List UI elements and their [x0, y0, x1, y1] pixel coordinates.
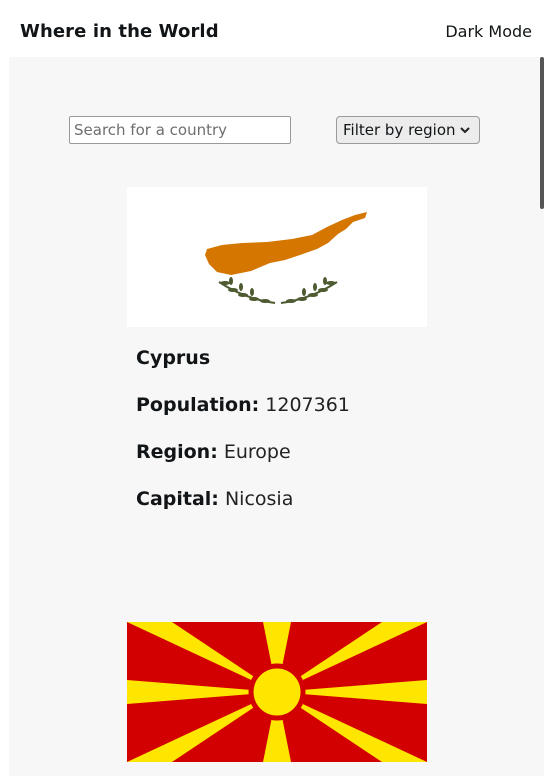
population-row: Population: 1207361	[136, 394, 427, 416]
chevron-down-icon	[460, 127, 470, 134]
region-row: Region: Europe	[136, 441, 427, 463]
capital-row: Capital: Nicosia	[136, 488, 427, 510]
scrollbar-thumb[interactable]	[540, 57, 544, 209]
north-macedonia-flag	[127, 622, 427, 762]
region-filter-label: Filter by region	[343, 121, 456, 139]
site-title[interactable]: Where in the World	[20, 21, 219, 42]
region-label: Region:	[136, 441, 218, 463]
capital-label: Capital:	[136, 488, 219, 510]
search-input[interactable]	[69, 116, 291, 144]
country-card[interactable]	[127, 622, 427, 762]
population-value: 1207361	[265, 394, 350, 416]
country-info: Cyprus Population: 1207361 Region: Europ…	[127, 327, 427, 510]
country-name: Cyprus	[136, 347, 211, 369]
region-filter-select[interactable]: Filter by region	[336, 116, 480, 144]
cyprus-flag	[127, 187, 427, 327]
population-label: Population:	[136, 394, 260, 416]
country-list-area[interactable]: Filter by region Cyprus	[9, 57, 544, 776]
region-value: Europe	[223, 441, 291, 463]
dark-mode-toggle[interactable]: Dark Mode	[445, 22, 532, 41]
country-card[interactable]: Cyprus Population: 1207361 Region: Europ…	[127, 187, 427, 535]
capital-value: Nicosia	[224, 488, 294, 510]
site-header: Where in the World Dark Mode	[0, 0, 553, 56]
